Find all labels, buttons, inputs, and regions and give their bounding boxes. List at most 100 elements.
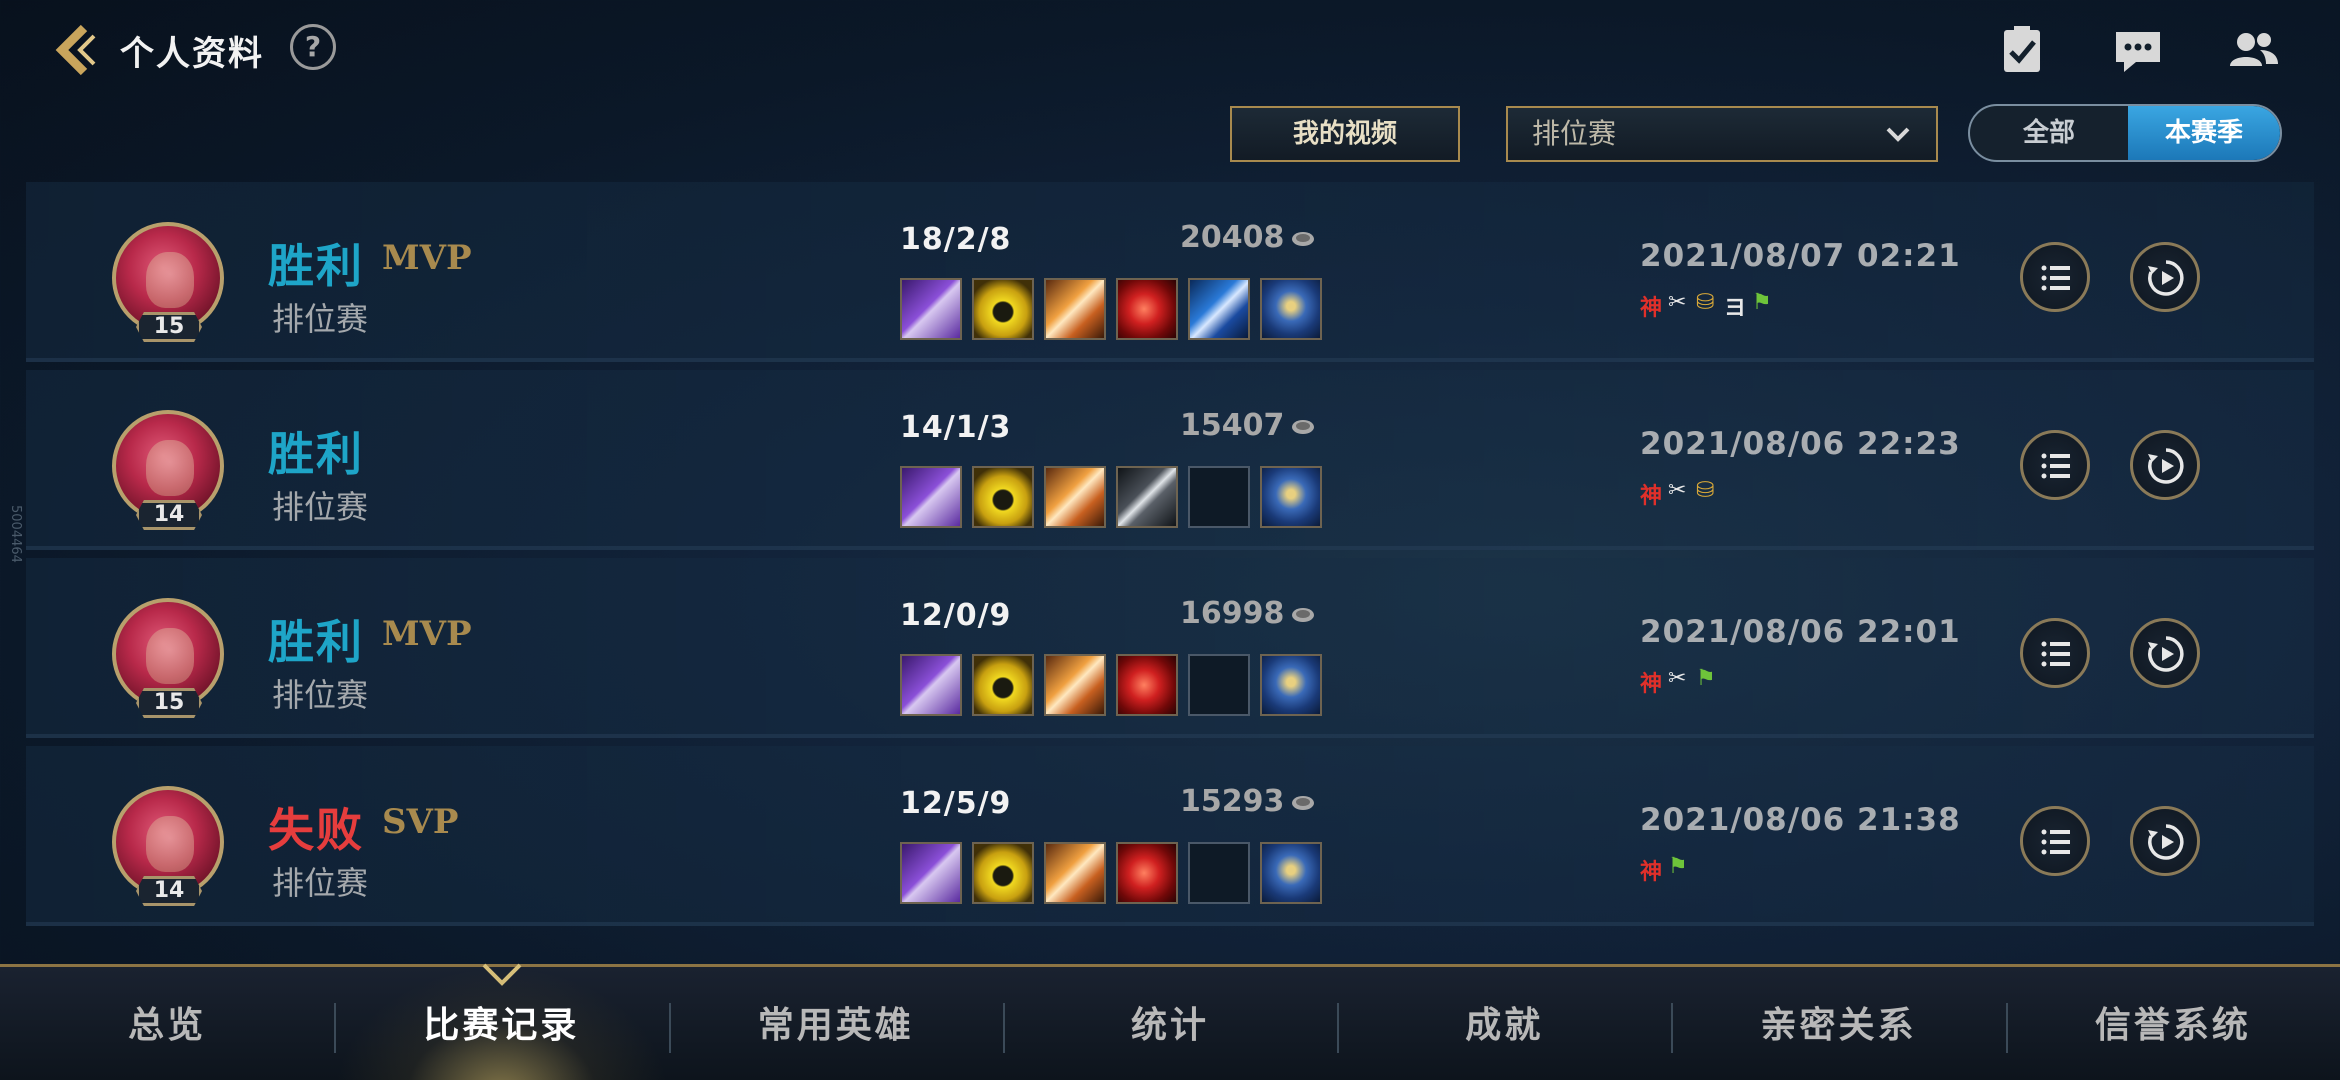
gold-amount: 15293	[1180, 784, 1316, 819]
item-blue-lance-icon[interactable]	[1188, 278, 1250, 340]
empty-item-slot[interactable]	[1188, 842, 1250, 904]
match-detail-button[interactable]	[2020, 806, 2090, 876]
achievement-tag: ⚑	[1696, 666, 1716, 691]
my-videos-button[interactable]: 我的视频	[1230, 106, 1460, 162]
match-date: 2021/08/06 22:23	[1640, 426, 1961, 462]
replay-icon	[2148, 636, 2184, 672]
side-code: 5004464	[8, 505, 23, 563]
replay-button[interactable]	[2130, 430, 2200, 500]
mvp-badge: MVP	[382, 238, 472, 278]
item-red-claw-icon[interactable]	[1116, 654, 1178, 716]
item-orange-wings-icon[interactable]	[1044, 278, 1106, 340]
item-blue-trinket-icon[interactable]	[1260, 278, 1322, 340]
item-yellow-triangle-icon[interactable]	[972, 466, 1034, 528]
toggle-this-season[interactable]: 本赛季	[2128, 106, 2280, 160]
coin-icon	[1292, 419, 1315, 434]
match-date: 2021/08/07 02:21	[1640, 238, 1961, 274]
match-mode: 排位赛	[272, 300, 369, 338]
item-grey-sword-icon[interactable]	[1116, 466, 1178, 528]
match-detail-button[interactable]	[2020, 430, 2090, 500]
nav-divider	[334, 1003, 337, 1053]
item-blue-trinket-icon[interactable]	[1260, 654, 1322, 716]
achievement-tag: 神	[1640, 484, 1663, 509]
nav-divider	[1671, 1003, 1674, 1053]
item-purple-blade-icon[interactable]	[900, 466, 962, 528]
match-date: 2021/08/06 22:01	[1640, 614, 1961, 650]
chevron-down-icon	[1886, 127, 1910, 142]
match-mode: 排位赛	[272, 676, 369, 714]
match-detail-button[interactable]	[2020, 242, 2090, 312]
gold-amount: 20408	[1180, 220, 1316, 255]
item-purple-blade-icon[interactable]	[900, 654, 962, 716]
achievement-tag: 神	[1640, 860, 1663, 885]
achievement-tag: ヨ	[1724, 296, 1747, 321]
gold-amount: 15407	[1180, 408, 1316, 443]
nav-tab-5[interactable]: 亲密关系	[1671, 967, 2005, 1080]
replay-button[interactable]	[2130, 618, 2200, 688]
match-mode: 排位赛	[272, 864, 369, 902]
item-purple-blade-icon[interactable]	[900, 278, 962, 340]
achievement-tag: 神	[1640, 672, 1663, 697]
nav-tab-6[interactable]: 信誉系统	[2006, 967, 2340, 1080]
hero-level-badge: 15	[136, 688, 202, 718]
match-mode: 排位赛	[272, 488, 369, 526]
list-icon	[2041, 265, 2070, 291]
item-blue-trinket-icon[interactable]	[1260, 842, 1322, 904]
achievement-tag: ✂	[1668, 666, 1687, 691]
item-blue-trinket-icon[interactable]	[1260, 466, 1322, 528]
achievement-tag: ✂	[1668, 478, 1687, 503]
kda-score: 14/1/3	[900, 410, 1012, 445]
item-yellow-triangle-icon[interactable]	[972, 278, 1034, 340]
list-icon	[2041, 453, 2070, 479]
toggle-all[interactable]: 全部	[1970, 106, 2128, 160]
item-orange-wings-icon[interactable]	[1044, 466, 1106, 528]
match-row[interactable]: 14 失败 SVP 排位赛 12/5/9 15293 2021/08/06 21…	[26, 746, 2314, 926]
back-arrow-icon[interactable]	[50, 22, 106, 78]
item-orange-wings-icon[interactable]	[1044, 654, 1106, 716]
top-bar: 个人资料 ?	[0, 0, 2340, 100]
achievement-tag: ⚑	[1752, 290, 1772, 315]
nav-divider	[1337, 1003, 1340, 1053]
hero-level-badge: 14	[136, 500, 202, 530]
item-yellow-triangle-icon[interactable]	[972, 654, 1034, 716]
help-icon[interactable]: ?	[290, 24, 336, 70]
match-row[interactable]: 14 胜利 排位赛 14/1/3 15407 2021/08/06 22:23 …	[26, 370, 2314, 550]
match-detail-button[interactable]	[2020, 618, 2090, 688]
nav-tab-2[interactable]: 常用英雄	[669, 967, 1003, 1080]
hero-level-badge: 15	[136, 312, 202, 342]
friends-icon[interactable]	[2226, 22, 2282, 78]
replay-icon	[2148, 448, 2184, 484]
clipboard-check-icon[interactable]	[1994, 22, 2050, 78]
kda-score: 12/0/9	[900, 598, 1012, 633]
match-row[interactable]: 15 胜利 MVP 排位赛 18/2/8 20408 2021/08/07 02…	[26, 182, 2314, 362]
empty-item-slot[interactable]	[1188, 466, 1250, 528]
replay-icon	[2148, 824, 2184, 860]
item-red-claw-icon[interactable]	[1116, 278, 1178, 340]
match-date: 2021/08/06 21:38	[1640, 802, 1961, 838]
mode-select[interactable]: 排位赛	[1506, 106, 1938, 162]
replay-icon	[2148, 260, 2184, 296]
nav-divider	[2005, 1003, 2008, 1053]
item-orange-wings-icon[interactable]	[1044, 842, 1106, 904]
achievement-tag: ⛁	[1696, 478, 1715, 503]
item-yellow-triangle-icon[interactable]	[972, 842, 1034, 904]
mvp-badge: SVP	[382, 802, 459, 842]
item-purple-blade-icon[interactable]	[900, 842, 962, 904]
item-red-claw-icon[interactable]	[1116, 842, 1178, 904]
coin-icon	[1292, 607, 1315, 622]
nav-tab-1[interactable]: 比赛记录	[334, 967, 669, 1080]
replay-button[interactable]	[2130, 806, 2200, 876]
season-toggle: 全部 本赛季	[1968, 104, 2282, 162]
empty-item-slot[interactable]	[1188, 654, 1250, 716]
list-icon	[2041, 829, 2070, 855]
replay-button[interactable]	[2130, 242, 2200, 312]
match-result: 胜利	[268, 239, 364, 293]
nav-tab-4[interactable]: 成就	[1337, 967, 1671, 1080]
achievement-tag: ⚑	[1668, 854, 1688, 879]
nav-tab-3[interactable]: 统计	[1003, 967, 1337, 1080]
gold-amount: 16998	[1180, 596, 1316, 631]
chat-bubble-icon[interactable]	[2110, 22, 2166, 78]
match-row[interactable]: 15 胜利 MVP 排位赛 12/0/9 16998 2021/08/06 22…	[26, 558, 2314, 738]
achievement-tag: ⛁	[1696, 290, 1715, 315]
nav-tab-0[interactable]: 总览	[0, 967, 334, 1080]
